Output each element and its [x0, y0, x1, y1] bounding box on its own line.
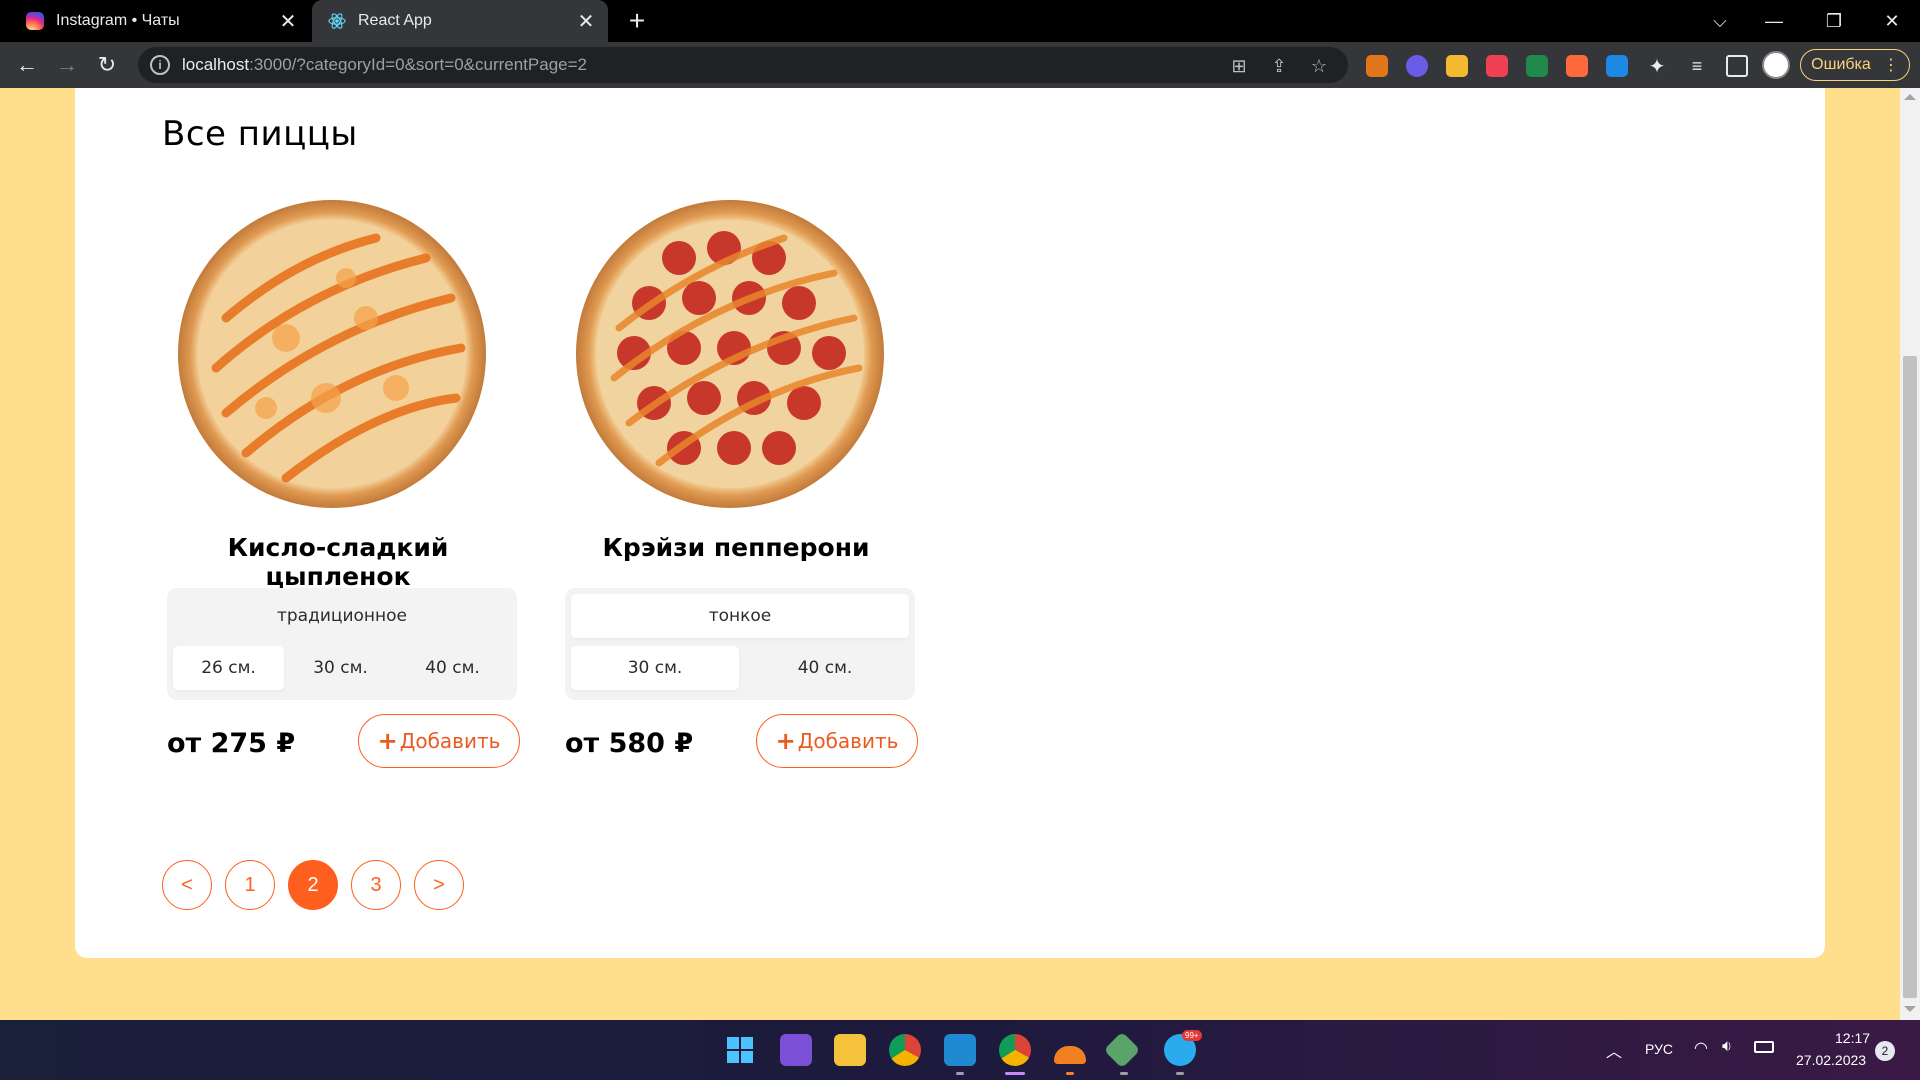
- close-tab-icon[interactable]: ✕: [574, 9, 598, 33]
- visual-studio-icon[interactable]: [780, 1034, 812, 1066]
- pagination-page-2-current[interactable]: 2: [288, 860, 338, 910]
- tab-search-icon[interactable]: ⌵: [1692, 0, 1748, 42]
- tab-title: Instagram • Чаты: [56, 12, 180, 29]
- language-indicator[interactable]: РУС: [1645, 1041, 1673, 1057]
- page-scrollbar[interactable]: [1900, 88, 1920, 1020]
- add-button-label: Добавить: [797, 729, 899, 753]
- reload-button[interactable]: ↻: [92, 50, 122, 80]
- extension-icon[interactable]: [1566, 55, 1588, 77]
- metamask-extension-icon[interactable]: [1366, 55, 1388, 77]
- profile-avatar[interactable]: [1762, 51, 1790, 79]
- show-hidden-icons[interactable]: ︿: [1606, 1038, 1622, 1062]
- vscode-icon[interactable]: [944, 1034, 976, 1066]
- pizza-options: традиционное 26 см. 30 см. 40 см.: [167, 588, 517, 700]
- puzzle-extensions-icon[interactable]: ✦: [1646, 55, 1668, 78]
- back-button[interactable]: ←: [12, 50, 42, 80]
- dough-type-option[interactable]: традиционное: [173, 594, 511, 638]
- chrome-icon[interactable]: [889, 1034, 921, 1066]
- size-option-active[interactable]: 30 см.: [571, 646, 739, 690]
- pagination-next-button[interactable]: >: [414, 860, 464, 910]
- scrollbar-thumb[interactable]: [1903, 356, 1917, 998]
- media-control-icon[interactable]: ≡: [1686, 55, 1708, 77]
- cloudflare-icon[interactable]: [1054, 1046, 1086, 1064]
- running-indicator: [1066, 1072, 1074, 1075]
- pizza-image: [178, 200, 486, 508]
- tab-react-app[interactable]: React App ✕: [312, 0, 608, 42]
- forward-button[interactable]: →: [52, 50, 82, 80]
- os-taskbar: 99+ ︿ РУС ◠ 🔉︎ 12:17 27.02.2023: [0, 1020, 1920, 1080]
- site-info-icon[interactable]: i: [150, 55, 170, 75]
- notification-badge[interactable]: 2: [1875, 1041, 1895, 1061]
- scroll-down-arrow-icon[interactable]: [1904, 1006, 1916, 1012]
- pizza-title: Крэйзи пепперони: [602, 533, 870, 562]
- running-indicator: [1120, 1072, 1128, 1075]
- volume-icon[interactable]: 🔉︎: [1722, 1038, 1732, 1056]
- size-option[interactable]: 30 см.: [285, 646, 396, 690]
- windows-start-icon[interactable]: [724, 1034, 756, 1066]
- translate-icon[interactable]: ⊞: [1228, 55, 1250, 77]
- clock-date[interactable]: 27.02.2023: [1796, 1052, 1866, 1068]
- file-explorer-icon[interactable]: [834, 1034, 866, 1066]
- tab-bar: Instagram • Чаты ✕ React App ✕ + ⌵ — ❐ ✕: [0, 0, 1920, 42]
- dough-type-option-active[interactable]: тонкое: [571, 594, 909, 638]
- minimize-button[interactable]: —: [1746, 0, 1802, 42]
- scroll-up-arrow-icon[interactable]: [1904, 94, 1916, 100]
- close-window-button[interactable]: ✕: [1864, 0, 1920, 42]
- pizza-image: [576, 200, 884, 508]
- size-option[interactable]: 40 см.: [397, 646, 508, 690]
- pagination-page-3[interactable]: 3: [351, 860, 401, 910]
- chrome-active-icon[interactable]: [999, 1034, 1031, 1066]
- tab-instagram[interactable]: Instagram • Чаты ✕: [10, 0, 310, 42]
- url-text: localhost:3000/?categoryId=0&sort=0&curr…: [182, 55, 587, 74]
- add-to-cart-button[interactable]: + Добавить: [756, 714, 918, 768]
- plus-icon: +: [775, 727, 796, 755]
- extension-icon[interactable]: [1526, 55, 1548, 77]
- page-viewport: Все пиццы Кисло-сладкий цыпленок традици…: [0, 88, 1900, 1020]
- new-tab-button[interactable]: +: [622, 5, 652, 36]
- extension-icon[interactable]: [1486, 55, 1508, 77]
- page-title: Все пиццы: [162, 114, 358, 154]
- side-panel-icon[interactable]: [1726, 55, 1748, 77]
- content-wrapper: Все пиццы Кисло-сладкий цыпленок традици…: [75, 88, 1825, 958]
- extension-icon[interactable]: [1446, 55, 1468, 77]
- pagination-prev-button[interactable]: <: [162, 860, 212, 910]
- share-icon[interactable]: ⇪: [1268, 55, 1290, 77]
- pizza-price: от 275 ₽: [167, 728, 296, 759]
- bookmark-star-icon[interactable]: ☆: [1308, 55, 1330, 77]
- active-indicator: [1005, 1072, 1025, 1075]
- error-button[interactable]: Ошибка ⋮: [1800, 49, 1910, 81]
- pagination-page-1[interactable]: 1: [225, 860, 275, 910]
- pagination: < 1 2 3 >: [162, 860, 477, 910]
- react-icon: [328, 13, 346, 29]
- extension-icon[interactable]: [1406, 55, 1428, 77]
- pizza-price: от 580 ₽: [565, 728, 694, 759]
- wifi-icon[interactable]: ◠: [1694, 1038, 1708, 1058]
- instagram-icon: [26, 12, 44, 30]
- running-indicator: [956, 1072, 964, 1075]
- address-bar[interactable]: i localhost:3000/?categoryId=0&sort=0&cu…: [138, 47, 1348, 83]
- pizza-title: Кисло-сладкий цыпленок: [227, 533, 449, 591]
- telegram-icon[interactable]: 99+: [1164, 1030, 1202, 1066]
- plus-icon: +: [377, 727, 398, 755]
- extension-icon[interactable]: [1606, 55, 1628, 77]
- browser-toolbar: ← → ↻ i localhost:3000/?categoryId=0&sor…: [0, 42, 1920, 88]
- git-icon[interactable]: [1103, 1031, 1141, 1069]
- add-button-label: Добавить: [399, 729, 501, 753]
- close-tab-icon[interactable]: ✕: [276, 9, 300, 33]
- restore-button[interactable]: ❐: [1806, 0, 1862, 42]
- running-indicator: [1176, 1072, 1184, 1075]
- add-to-cart-button[interactable]: + Добавить: [358, 714, 520, 768]
- pizza-options: тонкое 30 см. 40 см.: [565, 588, 915, 700]
- tab-title: React App: [358, 12, 432, 29]
- clock-time[interactable]: 12:17: [1835, 1030, 1870, 1046]
- telegram-badge: 99+: [1182, 1030, 1202, 1041]
- battery-icon[interactable]: [1754, 1041, 1774, 1053]
- size-option[interactable]: 40 см.: [741, 646, 909, 690]
- size-option-active[interactable]: 26 см.: [173, 646, 284, 690]
